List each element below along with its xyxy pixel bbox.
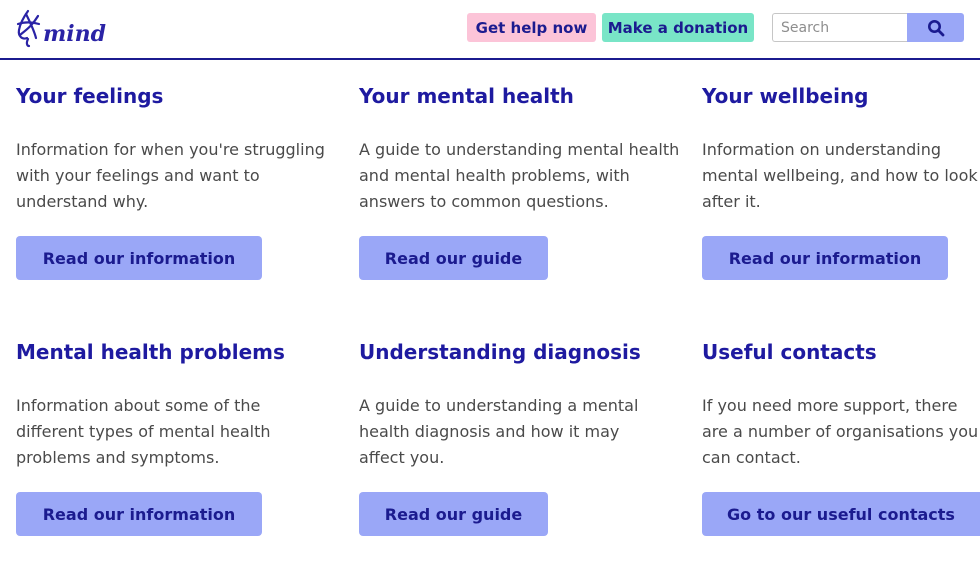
card-mental-health-problems: Mental health problems Information about… — [16, 339, 346, 536]
read-our-guide-button[interactable]: Read our guide — [359, 492, 548, 536]
card-title: Mental health problems — [16, 340, 285, 364]
card-description: Information for when you're struggling w… — [16, 140, 325, 211]
get-help-now-button[interactable]: Get help now — [467, 13, 596, 42]
card-your-wellbeing: Your wellbeing Information on understand… — [702, 83, 980, 280]
mind-logo-icon — [16, 9, 41, 48]
logo-wordmark: mind — [43, 21, 107, 47]
read-our-information-button[interactable]: Read our information — [16, 492, 262, 536]
card-description: If you need more support, there are a nu… — [702, 396, 979, 467]
search-icon — [927, 19, 944, 36]
card-title: Useful contacts — [702, 340, 877, 364]
mind-logo[interactable]: mind — [14, 8, 106, 48]
card-useful-contacts: Useful contacts If you need more support… — [702, 339, 980, 536]
card-description: A guide to understanding a mental health… — [359, 396, 639, 467]
search-button[interactable] — [907, 13, 964, 42]
card-your-mental-health: Your mental health A guide to understand… — [359, 83, 689, 280]
card-description: Information on understanding mental well… — [702, 140, 978, 211]
card-title: Your mental health — [359, 84, 574, 108]
card-understanding-diagnosis: Understanding diagnosis A guide to under… — [359, 339, 689, 536]
card-title: Understanding diagnosis — [359, 340, 641, 364]
card-description: Information about some of the different … — [16, 396, 271, 467]
make-donation-button[interactable]: Make a donation — [602, 13, 754, 42]
card-your-feelings: Your feelings Information for when you'r… — [16, 83, 346, 280]
read-our-information-button[interactable]: Read our information — [702, 236, 948, 280]
search-input[interactable] — [772, 13, 908, 42]
go-to-useful-contacts-button[interactable]: Go to our useful contacts — [702, 492, 980, 536]
card-title: Your wellbeing — [702, 84, 869, 108]
site-header: mind Get help now Make a donation — [0, 0, 980, 60]
read-our-information-button[interactable]: Read our information — [16, 236, 262, 280]
read-our-guide-button[interactable]: Read our guide — [359, 236, 548, 280]
card-title: Your feelings — [16, 84, 164, 108]
card-description: A guide to understanding mental health a… — [359, 140, 680, 211]
